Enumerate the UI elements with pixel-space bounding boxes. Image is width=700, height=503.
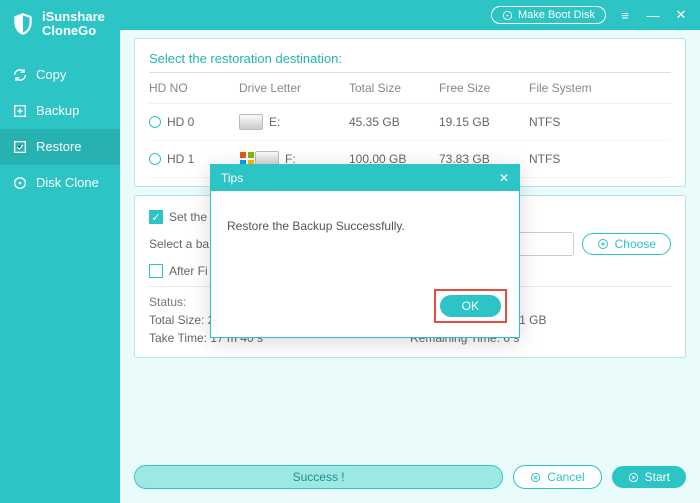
ok-highlight: OK <box>434 289 507 323</box>
progress-label: Success ! <box>293 470 345 484</box>
dialog-message: Restore the Backup Successfully. <box>227 219 405 233</box>
modal-backdrop: Tips ✕ Restore the Backup Successfully. … <box>0 0 700 503</box>
dialog-title: Tips <box>221 171 243 185</box>
tips-dialog: Tips ✕ Restore the Backup Successfully. … <box>210 164 520 338</box>
ok-button[interactable]: OK <box>440 295 501 317</box>
dialog-close-icon[interactable]: ✕ <box>499 171 509 185</box>
